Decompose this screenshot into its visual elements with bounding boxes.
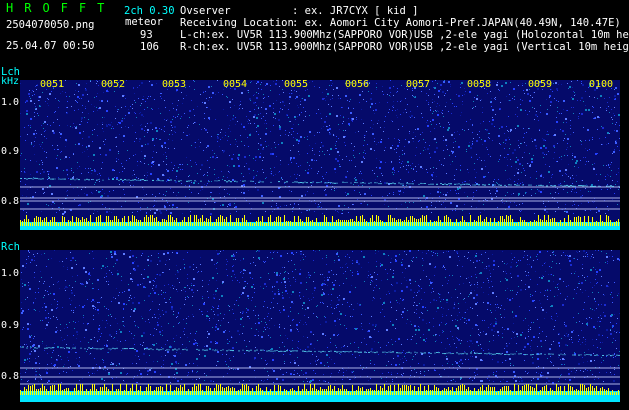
time-tick-0054: 0054: [222, 79, 248, 90]
datetime-label: 25.04.07 00:50: [6, 40, 95, 52]
time-tick-0053: 0053: [161, 79, 187, 90]
rch-ytick-3: 0.8: [1, 371, 20, 382]
time-tick-0051: 0051: [39, 79, 65, 90]
time-tick-0100: 0100: [588, 79, 614, 90]
lch-time-ticks: 0051 0052 0053 0054 0055 0056 0057 0058 0059 0100: [20, 79, 620, 91]
time-tick-0055: 0055: [283, 79, 309, 90]
app-logo: HROFFT: [6, 1, 116, 15]
location-label: Receiving Location: [180, 17, 294, 29]
time-tick-0059: 0059: [527, 79, 553, 90]
rch-ytick-1: 1.0: [1, 268, 20, 279]
time-tick-0052: 0052: [100, 79, 126, 90]
location-value: : ex. Aomori City Aomori-Pref.JAPAN(40.4…: [292, 17, 621, 29]
rch-spectrogram: [20, 250, 620, 402]
time-tick-0056: 0056: [344, 79, 370, 90]
type-label: meteor: [125, 16, 163, 28]
time-tick-0058: 0058: [466, 79, 492, 90]
rch-label: Rch: [1, 241, 20, 253]
filename-label: 2504070050.png: [6, 19, 95, 31]
rch-info-line: R-ch:ex. UV5R 113.900Mhz(SAPPORO VOR)USB…: [180, 41, 629, 53]
lch-ytick-3: 0.8: [1, 196, 20, 207]
lch-unit-label: kHz: [1, 76, 20, 87]
lch-ytick-1: 1.0: [1, 97, 20, 108]
observer-value: : ex. JR7CYX [ kid ]: [292, 5, 419, 17]
lch-ytick-2: 0.9: [1, 146, 20, 157]
observer-label: Ovserver: [180, 5, 231, 17]
rch-count: 106: [140, 41, 159, 53]
lch-spectrogram: [20, 80, 620, 230]
lch-info-line: L-ch:ex. UV5R 113.900Mhz(SAPPORO VOR)USB…: [180, 29, 629, 41]
lch-count: 93: [140, 29, 153, 41]
rch-ytick-2: 0.9: [1, 320, 20, 331]
time-tick-0057: 0057: [405, 79, 431, 90]
